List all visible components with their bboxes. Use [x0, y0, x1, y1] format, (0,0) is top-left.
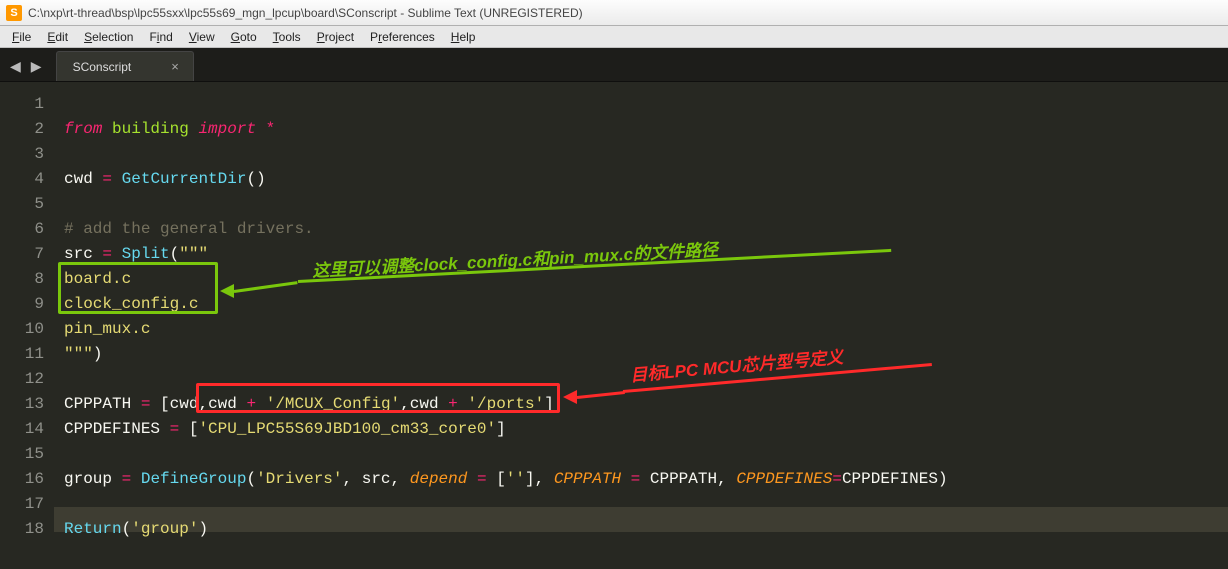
line-number: 5	[0, 192, 44, 217]
line-number: 11	[0, 342, 44, 367]
nav-forward-icon[interactable]: ▶	[31, 58, 42, 75]
menu-selection[interactable]: Selection	[76, 28, 141, 46]
line-number: 18	[0, 517, 44, 542]
close-icon[interactable]: ×	[171, 59, 179, 74]
line-number: 10	[0, 317, 44, 342]
line-number: 13	[0, 392, 44, 417]
line-number: 16	[0, 467, 44, 492]
line-number: 4	[0, 167, 44, 192]
window-title: C:\nxp\rt-thread\bsp\lpc55sxx\lpc55s69_m…	[28, 6, 583, 20]
code-area[interactable]: from building import * cwd = GetCurrentD…	[54, 82, 1228, 569]
line-number: 3	[0, 142, 44, 167]
title-bar: S C:\nxp\rt-thread\bsp\lpc55sxx\lpc55s69…	[0, 0, 1228, 26]
line-number: 17	[0, 492, 44, 517]
tab-bar: ◀ ▶ SConscript ×	[0, 48, 1228, 82]
menu-file[interactable]: File	[4, 28, 39, 46]
nav-arrows: ◀ ▶	[4, 58, 50, 81]
line-number: 2	[0, 117, 44, 142]
gutter: 1 2 3 4 5 6 7 8 9 10 11 12 13 14 15 16 1…	[0, 82, 54, 569]
menu-find[interactable]: Find	[141, 28, 180, 46]
tab-label: SConscript	[73, 60, 132, 74]
nav-back-icon[interactable]: ◀	[10, 58, 21, 75]
menu-bar: File Edit Selection Find View Goto Tools…	[0, 26, 1228, 48]
menu-tools[interactable]: Tools	[265, 28, 309, 46]
menu-edit[interactable]: Edit	[39, 28, 76, 46]
line-number: 14	[0, 417, 44, 442]
arrow-head-green-icon	[220, 284, 234, 298]
menu-goto[interactable]: Goto	[223, 28, 265, 46]
line-number: 7	[0, 242, 44, 267]
line-number: 1	[0, 92, 44, 117]
arrow-head-red-icon	[563, 390, 577, 404]
line-number: 9	[0, 292, 44, 317]
menu-view[interactable]: View	[181, 28, 223, 46]
line-number: 12	[0, 367, 44, 392]
line-number: 15	[0, 442, 44, 467]
tab-sconscript[interactable]: SConscript ×	[56, 51, 194, 81]
line-number: 6	[0, 217, 44, 242]
menu-project[interactable]: Project	[309, 28, 362, 46]
line-number: 8	[0, 267, 44, 292]
app-icon: S	[6, 5, 22, 21]
menu-preferences[interactable]: Preferences	[362, 28, 443, 46]
menu-help[interactable]: Help	[443, 28, 484, 46]
editor[interactable]: 1 2 3 4 5 6 7 8 9 10 11 12 13 14 15 16 1…	[0, 82, 1228, 569]
